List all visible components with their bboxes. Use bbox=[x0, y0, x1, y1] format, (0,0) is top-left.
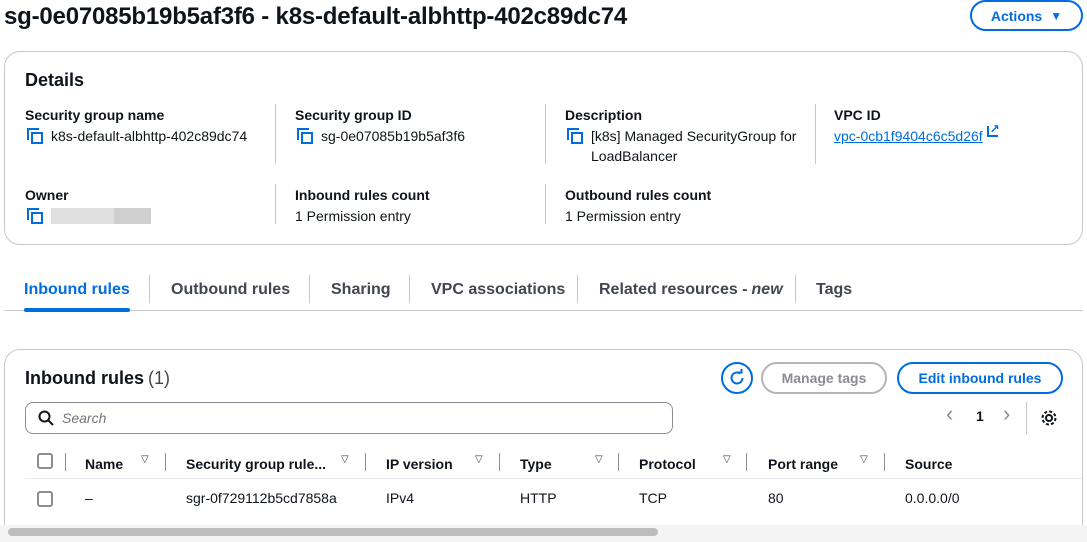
vpc-id-link[interactable]: vpc-0cb1f9404c6c5d26f bbox=[834, 126, 983, 146]
column-header-protocol[interactable]: Protocol bbox=[639, 454, 696, 474]
tab-tags[interactable]: Tags bbox=[816, 269, 852, 310]
new-label: new bbox=[751, 280, 783, 298]
sort-icon[interactable]: ▽ bbox=[595, 454, 603, 465]
divider bbox=[545, 184, 546, 224]
description-field: Description [k8s] Managed SecurityGroup … bbox=[565, 106, 797, 166]
column-divider bbox=[746, 453, 747, 471]
inbound-rules-panel: Inbound rules (1) Manage tags Edit inboun… bbox=[4, 349, 1083, 542]
cell-ip-version: IPv4 bbox=[386, 490, 415, 506]
copy-icon[interactable] bbox=[27, 128, 43, 144]
description-label: Description bbox=[565, 107, 643, 123]
sort-icon[interactable]: ▽ bbox=[860, 454, 868, 465]
cell-rule-id: sgr-0f729112b5cd7858a bbox=[186, 490, 337, 506]
column-divider bbox=[165, 453, 166, 471]
tab-divider bbox=[795, 275, 796, 303]
inbound-rules-count-value: 1 Permission entry bbox=[295, 208, 411, 224]
column-divider bbox=[365, 453, 366, 471]
inbound-rules-count: (1) bbox=[148, 368, 170, 388]
search-box[interactable] bbox=[25, 402, 673, 434]
cell-source: 0.0.0.0/0 bbox=[905, 490, 960, 506]
inbound-rules-count-field: Inbound rules count 1 Permission entry bbox=[295, 186, 545, 226]
tab-divider bbox=[149, 275, 150, 303]
select-all-checkbox[interactable] bbox=[37, 453, 53, 469]
copy-icon[interactable] bbox=[297, 128, 313, 144]
tab-outbound-rules[interactable]: Outbound rules bbox=[171, 269, 290, 310]
divider bbox=[275, 184, 276, 224]
sort-icon[interactable]: ▽ bbox=[341, 454, 349, 465]
column-header-name[interactable]: Name bbox=[85, 454, 123, 474]
column-header-source[interactable]: Source bbox=[905, 454, 952, 474]
previous-page-icon[interactable]: ‹ bbox=[946, 401, 953, 427]
security-group-name-field: Security group name k8s-default-albhttp-… bbox=[25, 106, 257, 146]
divider bbox=[815, 104, 816, 164]
column-header-rule-id[interactable]: Security group rule... bbox=[186, 454, 326, 474]
caret-down-icon: ▼ bbox=[1050, 8, 1063, 23]
page-number[interactable]: 1 bbox=[976, 408, 984, 424]
row-checkbox[interactable] bbox=[37, 491, 53, 507]
next-page-icon[interactable]: › bbox=[1003, 401, 1010, 427]
tab-divider bbox=[409, 275, 410, 303]
redacted-owner-value bbox=[51, 208, 151, 224]
details-panel: Details Security group name k8s-default-… bbox=[4, 51, 1083, 245]
cell-port-range: 80 bbox=[768, 490, 784, 506]
refresh-icon bbox=[730, 369, 744, 385]
tab-bar: Inbound rules Outbound rules Sharing VPC… bbox=[4, 269, 1083, 312]
owner-field: Owner bbox=[25, 186, 275, 224]
divider bbox=[545, 104, 546, 164]
settings-gear-icon[interactable] bbox=[1040, 409, 1058, 427]
sort-icon[interactable]: ▽ bbox=[475, 454, 483, 465]
external-link-icon bbox=[986, 119, 1000, 139]
page-title: sg-0e07085b19b5af3f6 - k8s-default-albht… bbox=[4, 3, 628, 30]
tab-inbound-rules[interactable]: Inbound rules bbox=[24, 269, 130, 312]
edit-inbound-rules-button[interactable]: Edit inbound rules bbox=[897, 362, 1063, 394]
column-header-ip-version[interactable]: IP version bbox=[386, 454, 453, 474]
tab-related-resources[interactable]: Related resources - new bbox=[599, 269, 783, 310]
column-header-type[interactable]: Type bbox=[520, 454, 552, 474]
cell-protocol: TCP bbox=[639, 490, 667, 506]
header-divider bbox=[25, 478, 1082, 479]
details-title: Details bbox=[25, 70, 85, 90]
actions-label: Actions bbox=[990, 7, 1043, 24]
cell-type: HTTP bbox=[520, 490, 557, 506]
manage-tags-button[interactable]: Manage tags bbox=[761, 362, 887, 394]
security-group-id-value: sg-0e07085b19b5af3f6 bbox=[321, 128, 466, 144]
horizontal-scrollbar[interactable] bbox=[8, 528, 658, 536]
tab-divider bbox=[577, 275, 578, 303]
refresh-button[interactable] bbox=[721, 362, 753, 394]
sort-icon[interactable]: ▽ bbox=[141, 454, 149, 465]
inbound-rules-count-label: Inbound rules count bbox=[295, 187, 430, 203]
copy-icon[interactable] bbox=[27, 208, 43, 224]
column-header-port-range[interactable]: Port range bbox=[768, 454, 838, 474]
outbound-rules-count-field: Outbound rules count 1 Permission entry bbox=[565, 186, 815, 226]
vpc-id-label: VPC ID bbox=[834, 107, 881, 123]
sort-icon[interactable]: ▽ bbox=[723, 454, 731, 465]
security-group-name-value: k8s-default-albhttp-402c89dc74 bbox=[51, 128, 248, 144]
vpc-id-field: VPC ID vpc-0cb1f9404c6c5d26f bbox=[834, 106, 1084, 146]
search-icon bbox=[38, 410, 54, 426]
column-divider bbox=[65, 453, 66, 471]
tab-divider bbox=[309, 275, 310, 303]
owner-label: Owner bbox=[25, 187, 69, 203]
tab-vpc-associations[interactable]: VPC associations bbox=[431, 269, 565, 310]
copy-icon[interactable] bbox=[567, 128, 583, 144]
actions-button[interactable]: Actions ▼ bbox=[970, 0, 1083, 31]
cell-name: – bbox=[85, 490, 93, 506]
security-group-id-label: Security group ID bbox=[295, 107, 412, 123]
column-divider bbox=[884, 453, 885, 471]
column-divider bbox=[499, 453, 500, 471]
inbound-rules-title-text: Inbound rules bbox=[25, 368, 144, 388]
divider bbox=[275, 104, 276, 164]
search-input[interactable] bbox=[62, 410, 622, 426]
tab-related-resources-label: Related resources - bbox=[599, 280, 748, 298]
security-group-id-field: Security group ID sg-0e07085b19b5af3f6 bbox=[295, 106, 545, 146]
outbound-rules-count-value: 1 Permission entry bbox=[565, 208, 681, 224]
inbound-rules-title: Inbound rules (1) bbox=[25, 368, 170, 389]
description-value: [k8s] Managed SecurityGroup for LoadBala… bbox=[591, 128, 797, 164]
outbound-rules-count-label: Outbound rules count bbox=[565, 187, 712, 203]
divider bbox=[1026, 402, 1027, 434]
security-group-name-label: Security group name bbox=[25, 107, 165, 123]
tab-sharing[interactable]: Sharing bbox=[331, 269, 391, 310]
column-divider bbox=[618, 453, 619, 471]
